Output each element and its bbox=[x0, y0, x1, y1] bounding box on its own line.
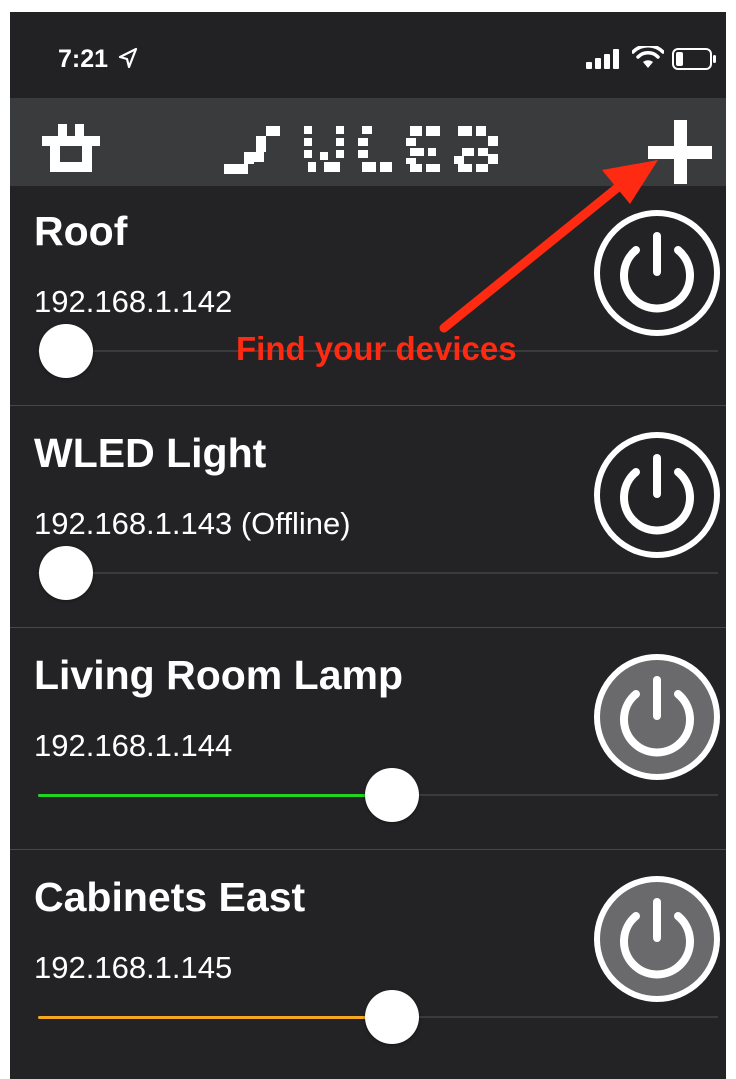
battery-icon bbox=[672, 48, 716, 70]
wifi-icon bbox=[632, 46, 664, 68]
wled-logo bbox=[224, 126, 498, 174]
device-name: Living Room Lamp bbox=[34, 652, 403, 698]
add-device-button[interactable] bbox=[644, 116, 716, 188]
brightness-slider[interactable] bbox=[38, 768, 718, 822]
slider-thumb[interactable] bbox=[39, 546, 93, 600]
slider-thumb[interactable] bbox=[365, 768, 419, 822]
status-time: 7:21 bbox=[58, 45, 109, 73]
cellular-signal-icon bbox=[586, 49, 619, 69]
plug-icon[interactable] bbox=[40, 124, 102, 176]
device-name: Cabinets East bbox=[34, 874, 306, 920]
slider-thumb[interactable] bbox=[365, 990, 419, 1044]
status-bar: 7:21 bbox=[10, 12, 726, 98]
device-ip: 192.168.1.144 bbox=[34, 728, 233, 763]
app-screen: 7:21 Roof 192.168.1.142 WLED Light 192.1… bbox=[10, 12, 726, 1079]
slider-thumb[interactable] bbox=[39, 324, 93, 378]
power-button[interactable] bbox=[594, 654, 720, 780]
brightness-slider[interactable] bbox=[38, 990, 718, 1044]
slider-fill bbox=[38, 794, 392, 797]
device-row-wled-light[interactable]: WLED Light 192.168.1.143 (Offline) bbox=[10, 408, 726, 628]
device-ip: 192.168.1.142 bbox=[34, 284, 233, 319]
device-ip: 192.168.1.143 (Offline) bbox=[34, 506, 351, 541]
brightness-slider[interactable] bbox=[38, 546, 718, 600]
device-row-cabinets-east[interactable]: Cabinets East 192.168.1.145 bbox=[10, 852, 726, 1072]
power-button[interactable] bbox=[594, 432, 720, 558]
device-row-roof[interactable]: Roof 192.168.1.142 bbox=[10, 186, 726, 406]
device-name: WLED Light bbox=[34, 430, 267, 476]
device-name: Roof bbox=[34, 208, 128, 254]
power-button[interactable] bbox=[594, 876, 720, 1002]
slider-fill bbox=[38, 1016, 392, 1019]
device-row-living-room-lamp[interactable]: Living Room Lamp 192.168.1.144 bbox=[10, 630, 726, 850]
device-ip: 192.168.1.145 bbox=[34, 950, 233, 985]
app-header bbox=[10, 98, 726, 186]
power-button[interactable] bbox=[594, 210, 720, 336]
location-arrow-icon bbox=[118, 47, 138, 69]
annotation-text: Find your devices bbox=[236, 330, 517, 367]
